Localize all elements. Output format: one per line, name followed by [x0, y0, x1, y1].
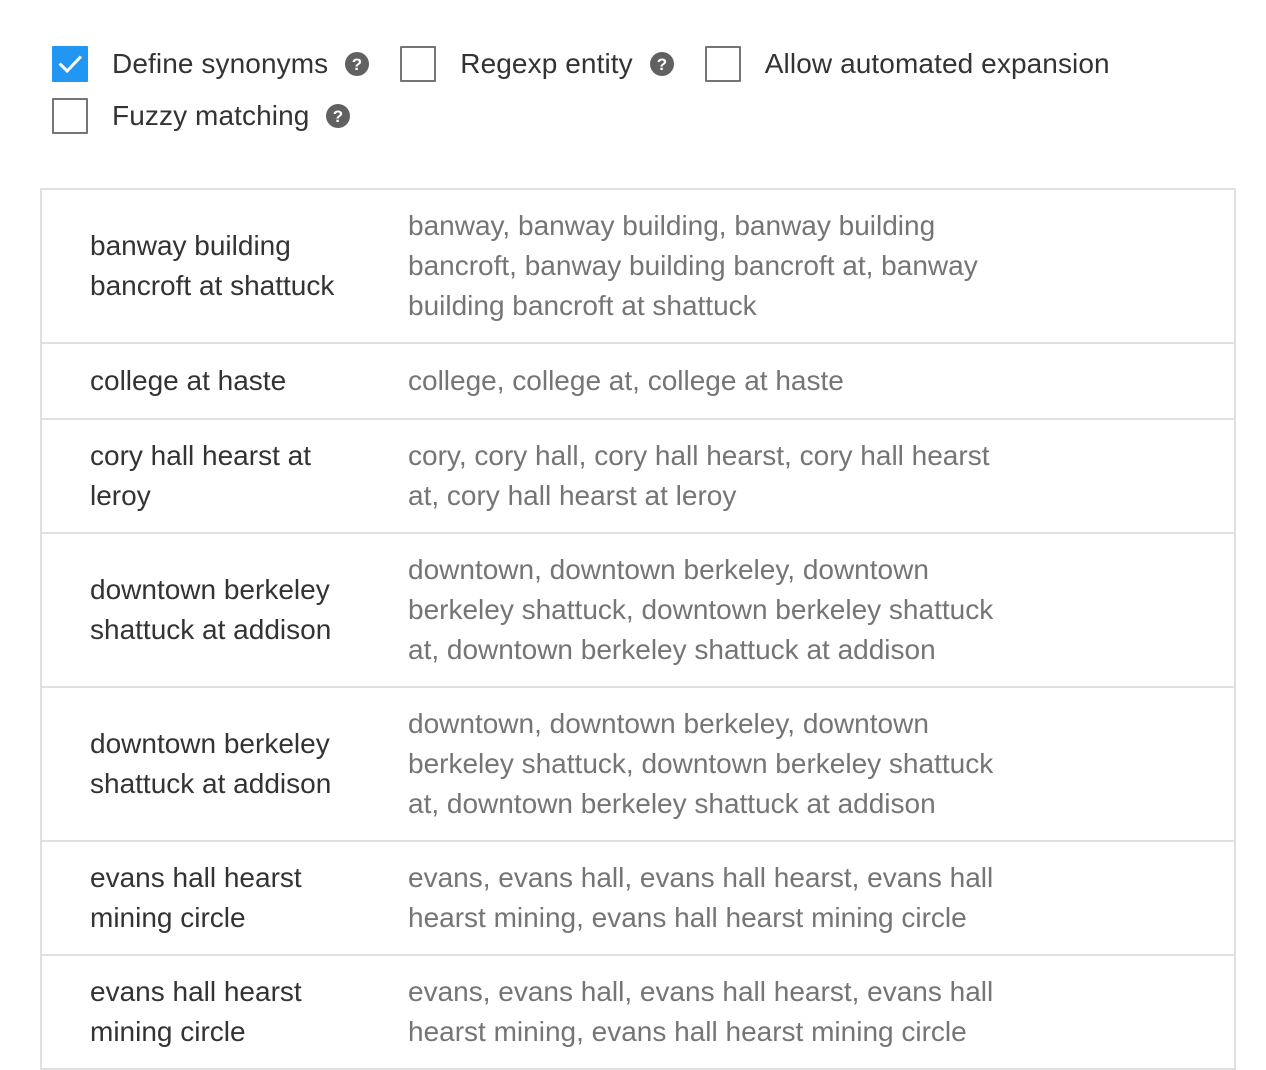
entity-options: Define synonyms ? Regexp entity ? Allow …	[52, 44, 1212, 148]
entry-reference-value[interactable]: downtown berkeley shattuck at addison	[42, 724, 360, 804]
option-regexp-entity[interactable]: Regexp entity ?	[400, 46, 675, 82]
entry-reference-value[interactable]: evans hall hearst mining circle	[42, 858, 360, 938]
entry-row[interactable]: downtown berkeley shattuck at addison do…	[42, 688, 1234, 842]
svg-text:?: ?	[352, 55, 362, 74]
entry-synonyms[interactable]: evans, evans hall, evans hall hearst, ev…	[360, 972, 1022, 1052]
options-row-1: Define synonyms ? Regexp entity ? Allow …	[52, 44, 1212, 84]
entry-reference-value[interactable]: downtown berkeley shattuck at addison	[42, 570, 360, 650]
option-allow-automated-expansion[interactable]: Allow automated expansion	[704, 46, 1110, 82]
entry-reference-value[interactable]: college at haste	[42, 361, 360, 401]
entry-reference-value[interactable]: cory hall hearst at leroy	[42, 436, 360, 516]
entry-row[interactable]: evans hall hearst mining circle evans, e…	[42, 956, 1234, 1070]
entry-row[interactable]: college at haste college, college at, co…	[42, 344, 1234, 420]
svg-text:?: ?	[333, 107, 343, 126]
fuzzy-matching-checkbox[interactable]	[52, 98, 88, 134]
regexp-entity-help-icon[interactable]: ?	[649, 51, 675, 77]
define-synonyms-checkbox[interactable]	[52, 46, 88, 82]
entry-synonyms[interactable]: evans, evans hall, evans hall hearst, ev…	[360, 858, 1022, 938]
fuzzy-matching-label: Fuzzy matching	[112, 100, 310, 131]
entry-synonyms[interactable]: college, college at, college at haste	[360, 361, 1022, 401]
checkmark-icon	[58, 55, 83, 74]
entry-row[interactable]: cory hall hearst at leroy cory, cory hal…	[42, 420, 1234, 534]
options-row-2: Fuzzy matching ?	[52, 96, 1212, 136]
define-synonyms-label: Define synonyms	[112, 48, 329, 79]
entry-synonyms[interactable]: cory, cory hall, cory hall hearst, cory …	[360, 436, 1022, 516]
option-define-synonyms[interactable]: Define synonyms ?	[52, 46, 370, 82]
entry-synonyms[interactable]: downtown, downtown berkeley, downtown be…	[360, 704, 1022, 824]
regexp-entity-label: Regexp entity	[460, 48, 633, 79]
entry-row[interactable]: banway building bancroft at shattuck ban…	[42, 190, 1234, 344]
define-synonyms-help-icon[interactable]: ?	[344, 51, 370, 77]
fuzzy-matching-help-icon[interactable]: ?	[325, 103, 351, 129]
svg-text:?: ?	[657, 55, 667, 74]
allow-automated-expansion-label: Allow automated expansion	[764, 48, 1110, 79]
entry-row[interactable]: downtown berkeley shattuck at addison do…	[42, 534, 1234, 688]
entry-reference-value[interactable]: evans hall hearst mining circle	[42, 972, 360, 1052]
entity-entries-table: banway building bancroft at shattuck ban…	[40, 188, 1236, 1070]
entry-row[interactable]: evans hall hearst mining circle evans, e…	[42, 842, 1234, 956]
entry-synonyms[interactable]: downtown, downtown berkeley, downtown be…	[360, 550, 1022, 670]
allow-automated-expansion-checkbox[interactable]	[704, 46, 741, 82]
entry-synonyms[interactable]: banway, banway building, banway building…	[360, 206, 1022, 326]
entry-reference-value[interactable]: banway building bancroft at shattuck	[42, 226, 360, 306]
regexp-entity-checkbox[interactable]	[400, 46, 437, 82]
option-fuzzy-matching[interactable]: Fuzzy matching ?	[52, 98, 351, 134]
